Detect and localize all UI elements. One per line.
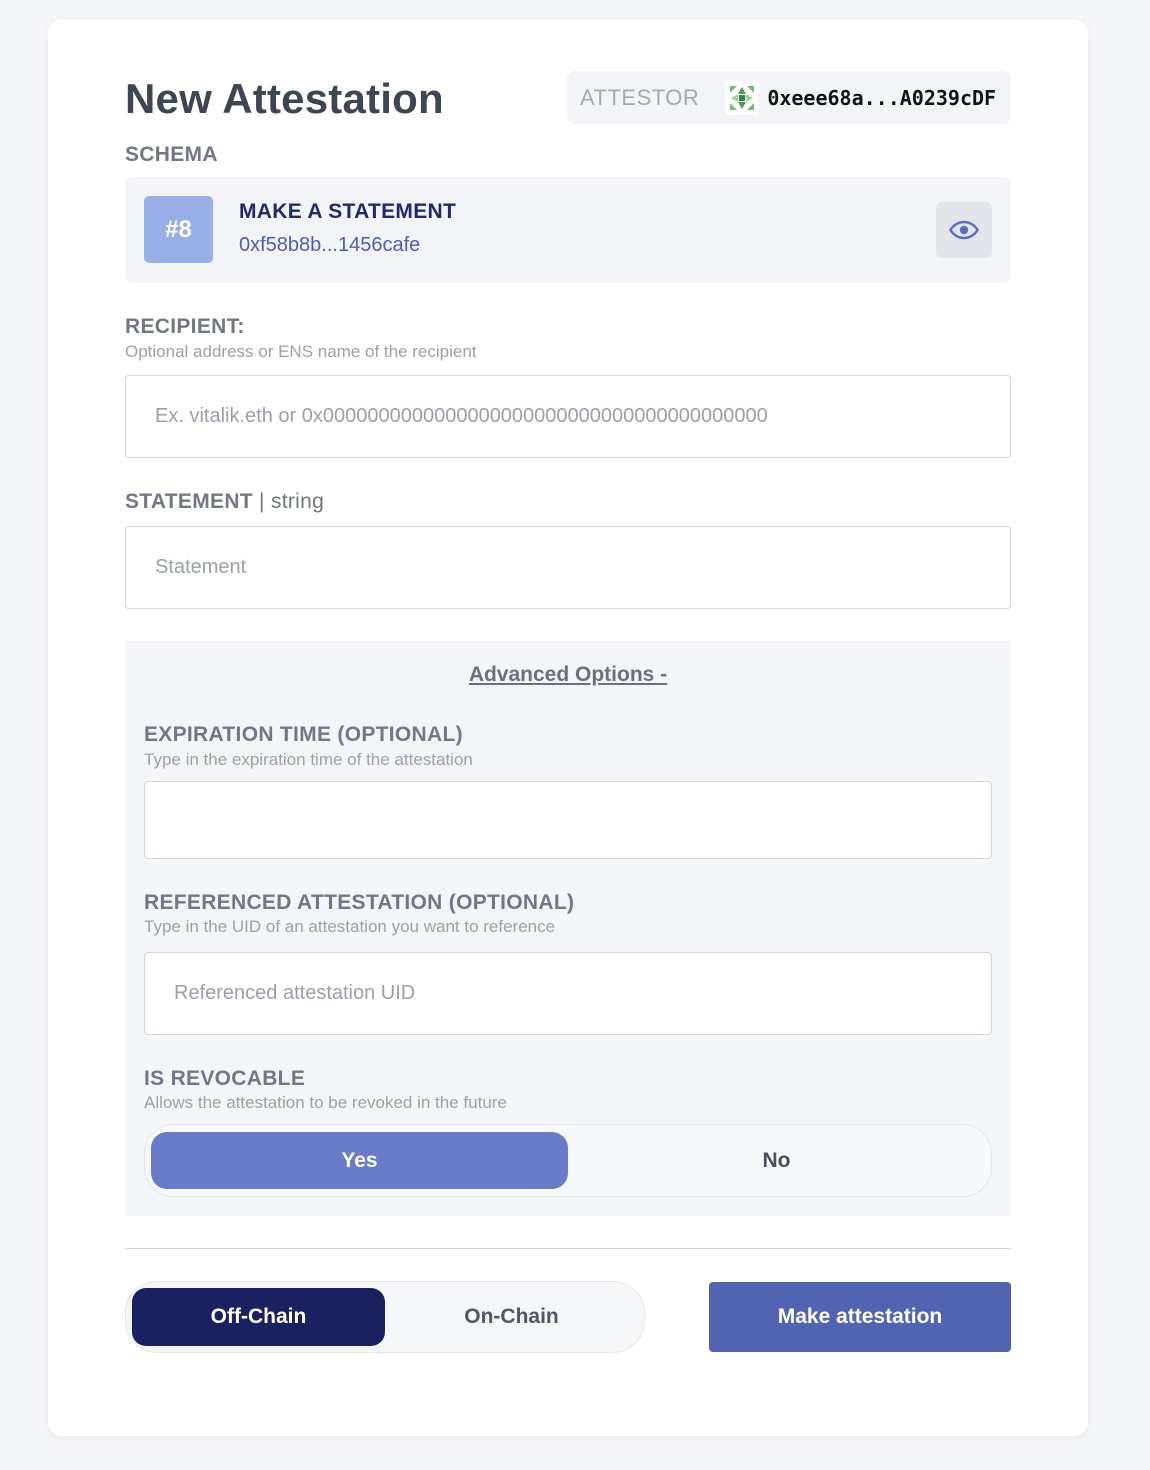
revocable-toggle: Yes No xyxy=(144,1124,992,1197)
reference-label: REFERENCED ATTESTATION (OPTIONAL) xyxy=(144,891,575,914)
attestor-address: 0xeee68a...A0239cDF xyxy=(767,85,997,110)
schema-label: SCHEMA xyxy=(125,143,218,166)
recipient-input[interactable]: Ex. vitalik.eth or 0x0000000000000000000… xyxy=(125,375,1011,458)
footer-divider xyxy=(125,1248,1011,1249)
statement-label: STATEMENT | string xyxy=(125,490,324,514)
statement-placeholder: Statement xyxy=(155,556,247,578)
revocable-no-button[interactable]: No xyxy=(568,1132,985,1189)
attestation-card: New Attestation ATTESTOR 0xeee68a...A023… xyxy=(48,19,1088,1436)
attestor-chip: ATTESTOR 0xeee68a...A0239cDF xyxy=(567,71,1011,124)
schema-number-badge: #8 xyxy=(144,196,213,263)
statement-input[interactable]: Statement xyxy=(125,526,1011,609)
revocable-label: IS REVOCABLE xyxy=(144,1067,306,1090)
expiration-label: EXPIRATION TIME (OPTIONAL) xyxy=(144,723,463,746)
revocable-hint: Allows the attestation to be revoked in … xyxy=(144,1093,507,1112)
page-title: New Attestation xyxy=(125,75,444,122)
off-chain-button[interactable]: Off-Chain xyxy=(132,1288,385,1346)
reference-hint: Type in the UID of an attestation you wa… xyxy=(144,917,556,936)
schema-uid-link[interactable]: 0xf58b8b...1456cafe xyxy=(239,234,420,257)
view-schema-button[interactable] xyxy=(936,202,992,258)
statement-type: | string xyxy=(252,490,325,513)
make-attestation-button[interactable]: Make attestation xyxy=(709,1282,1011,1352)
reference-input[interactable]: Referenced attestation UID xyxy=(144,952,992,1035)
attestor-label: ATTESTOR xyxy=(580,84,700,110)
advanced-options-toggle[interactable]: Advanced Options - xyxy=(125,663,1011,687)
recipient-hint: Optional address or ENS name of the reci… xyxy=(125,342,477,361)
statement-label-text: STATEMENT xyxy=(125,490,253,513)
eye-icon xyxy=(949,220,979,240)
schema-name: MAKE A STATEMENT xyxy=(239,200,457,223)
advanced-options-panel: Advanced Options - EXPIRATION TIME (OPTI… xyxy=(125,641,1011,1216)
expiration-input[interactable] xyxy=(144,781,992,859)
expiration-hint: Type in the expiration time of the attes… xyxy=(144,750,473,769)
recipient-placeholder: Ex. vitalik.eth or 0x0000000000000000000… xyxy=(155,405,768,427)
recipient-label: RECIPIENT: xyxy=(125,315,245,338)
on-chain-button[interactable]: On-Chain xyxy=(385,1288,638,1346)
schema-card: #8 MAKE A STATEMENT 0xf58b8b...1456cafe xyxy=(125,177,1011,283)
chain-toggle: Off-Chain On-Chain xyxy=(125,1281,645,1353)
identicon-avatar-icon xyxy=(725,80,760,115)
revocable-yes-button[interactable]: Yes xyxy=(151,1132,568,1189)
reference-placeholder: Referenced attestation UID xyxy=(174,982,416,1004)
